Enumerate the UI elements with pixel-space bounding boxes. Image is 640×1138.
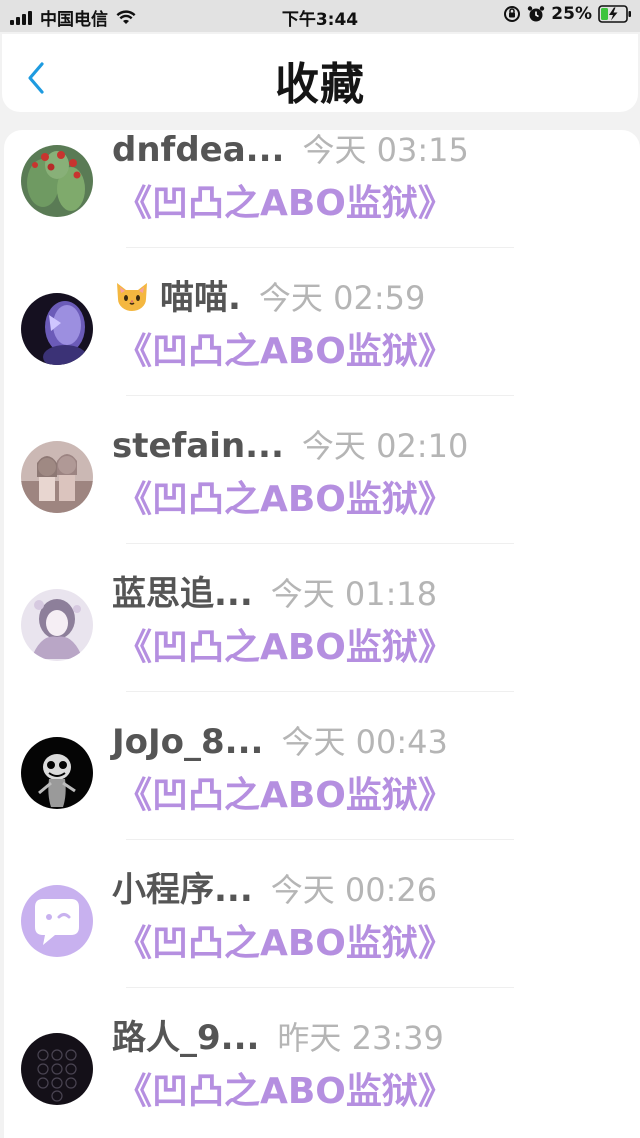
list-item[interactable]: 路人_9... 昨天 23:39 《凹凸之ABO监狱》 [4,1018,640,1138]
chat-bubble-avatar [21,885,93,957]
avatar[interactable] [21,441,93,513]
book-title[interactable]: 《凹凸之ABO监狱》 [116,182,454,226]
divider [126,839,514,840]
divider [126,395,514,396]
list-item[interactable]: 小程序... 今天 00:26 《凹凸之ABO监狱》 [4,870,640,1018]
book-title[interactable]: 《凹凸之ABO监狱》 [116,330,454,374]
alarm-icon [528,6,545,22]
timestamp: 今天 00:43 [281,723,448,761]
user-name: 喵喵. [160,278,241,318]
item-header: 路人_9... 昨天 23:39 [112,1018,444,1058]
user-name: 路人_9... [112,1018,260,1058]
item-header: 喵喵. 今天 02:59 [112,278,425,318]
item-header: JoJo_8... 今天 00:43 [112,722,448,762]
anime-girl-avatar [21,589,93,661]
timestamp: 今天 03:15 [302,131,469,169]
list-item[interactable]: 喵喵. 今天 02:59 《凹凸之ABO监狱》 [4,278,640,426]
battery-charging-icon [598,5,631,23]
timestamp: 今天 02:10 [301,427,469,465]
battery-percent: 25% [551,4,592,24]
book-title[interactable]: 《凹凸之ABO监狱》 [116,626,454,670]
list-item[interactable]: 蓝思追... 今天 01:18 《凹凸之ABO监狱》 [4,574,640,722]
divider [126,543,514,544]
item-header: dnfdea... 今天 03:15 [112,130,469,170]
status-bar: 中国电信 下午3:44 25% [0,0,640,32]
list-item[interactable]: stefain... 今天 02:10 《凹凸之ABO监狱》 [4,426,640,574]
item-header: 蓝思追... 今天 01:18 [112,574,437,614]
cat-face-icon [117,283,147,311]
user-name: JoJo_8... [112,722,264,762]
timestamp: 今天 00:26 [270,871,438,909]
avatar[interactable] [21,145,93,217]
divider [126,987,514,988]
divider [126,247,514,248]
book-title[interactable]: 《凹凸之ABO监狱》 [116,478,454,522]
divider [126,691,514,692]
user-name: dnfdea... [112,130,285,170]
book-title[interactable]: 《凹凸之ABO监狱》 [116,774,454,818]
timestamp: 今天 02:59 [258,279,426,317]
user-name: 蓝思追... [112,574,253,614]
nav-bar: 收藏 [2,34,638,112]
purple-portrait-avatar [21,293,93,365]
cactus-avatar [21,145,93,217]
user-name: 小程序... [112,870,253,910]
orientation-lock-icon [504,6,521,22]
list-item[interactable]: dnfdea... 今天 03:15 《凹凸之ABO监狱》 [4,130,640,278]
avatar[interactable] [21,589,93,661]
avatar[interactable] [21,737,93,809]
page-title: 收藏 [275,59,365,110]
book-title[interactable]: 《凹凸之ABO监狱》 [116,1070,454,1114]
item-header: 小程序... 今天 00:26 [112,870,437,910]
user-name: stefain... [112,426,284,466]
timestamp: 昨天 23:39 [277,1019,444,1057]
status-right: 25% [503,4,632,24]
avatar[interactable] [21,885,93,957]
dark-creature-avatar [21,737,93,809]
item-header: stefain... 今天 02:10 [112,426,468,466]
book-title[interactable]: 《凹凸之ABO监狱》 [116,922,454,966]
two-girls-avatar [21,441,93,513]
keypad-avatar [21,1033,93,1105]
avatar[interactable] [21,1033,93,1105]
favorites-list: dnfdea... 今天 03:15 《凹凸之ABO监狱》 喵喵. 今天 02:… [4,130,640,1138]
timestamp: 今天 01:18 [270,575,438,613]
avatar[interactable] [21,293,93,365]
list-item[interactable]: JoJo_8... 今天 00:43 《凹凸之ABO监狱》 [4,722,640,870]
